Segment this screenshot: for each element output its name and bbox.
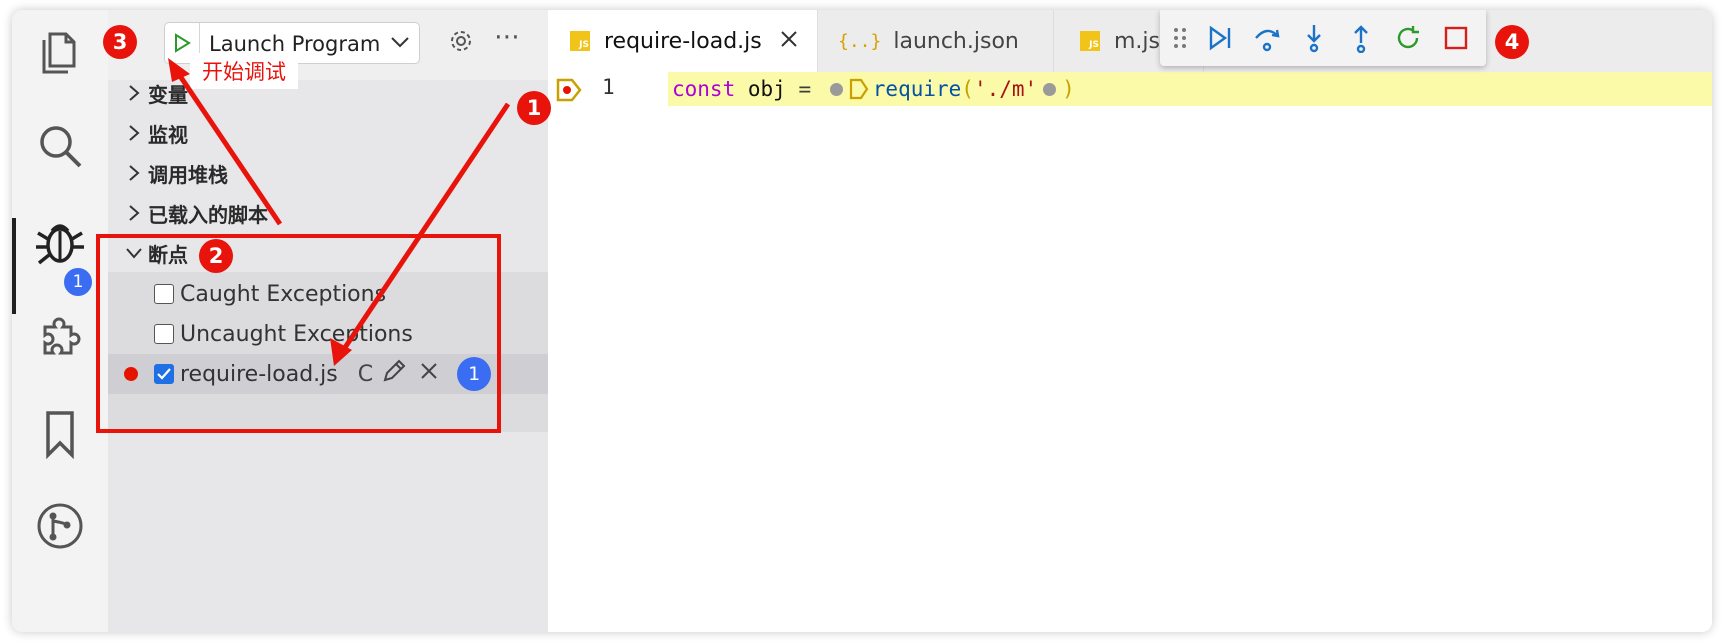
json-file-icon: {..} [838, 30, 882, 52]
source-control-icon[interactable] [24, 490, 96, 562]
start-debug-annotation: 开始调试 [190, 53, 298, 89]
section-call-stack[interactable]: 调用堆栈 [120, 153, 228, 193]
breakpoint-current-icon[interactable] [556, 77, 582, 107]
chevron-down-icon[interactable] [389, 31, 411, 57]
play-icon [175, 33, 191, 53]
close-icon[interactable] [780, 29, 798, 54]
annotation-3: 3 [103, 25, 137, 59]
bookmark-icon[interactable] [24, 398, 96, 470]
string: './m' [973, 77, 1038, 101]
tab-label: m.js [1114, 28, 1160, 54]
debug-badge: 1 [62, 266, 94, 298]
files-icon[interactable] [24, 14, 96, 86]
more-actions-icon[interactable]: ⋯ [494, 22, 521, 52]
breakpoints-highlight-box [96, 234, 501, 433]
paren: ( [961, 77, 974, 101]
section-loaded-scripts[interactable]: 已载入的脚本 [120, 193, 268, 233]
editor-tabs: JS require-load.js {..} launch.json JS m… [548, 10, 1712, 72]
section-label: 调用堆栈 [148, 162, 228, 187]
section-variables[interactable]: 变量 [120, 73, 188, 113]
tab-label: require-load.js [604, 28, 762, 54]
js-file-icon: JS [570, 31, 590, 51]
annotation-4: 4 [1495, 25, 1529, 59]
js-file-icon: JS [1080, 31, 1100, 51]
drag-handle-icon[interactable] [1170, 20, 1190, 56]
stop-icon[interactable] [1438, 20, 1474, 56]
section-label: 变量 [148, 82, 188, 107]
debug-action-toolbar [1160, 10, 1486, 66]
annotation-2: 2 [199, 239, 233, 273]
section-label: 监视 [148, 122, 188, 147]
keyword: const [672, 77, 736, 101]
tab-launch-json[interactable]: {..} launch.json [818, 10, 1054, 72]
chevron-right-icon [120, 164, 148, 182]
debug-toolbar: Launch Program ⋯ [108, 10, 548, 80]
restart-icon[interactable] [1390, 20, 1426, 56]
continue-icon[interactable] [1202, 20, 1238, 56]
chevron-right-icon [120, 84, 148, 102]
active-indicator [12, 218, 16, 314]
tab-label: launch.json [893, 28, 1019, 54]
annotation-1: 1 [517, 91, 551, 125]
code-line: const obj = require('./m') [672, 75, 1075, 103]
inline-breakpoint-active-icon[interactable] [849, 78, 869, 100]
tab-require-load[interactable]: JS require-load.js [548, 10, 818, 72]
step-over-icon[interactable] [1249, 20, 1285, 56]
chevron-right-icon [120, 124, 148, 142]
inline-breakpoint-dot[interactable] [1043, 82, 1057, 96]
activity-bar: 1 [12, 10, 108, 632]
step-into-icon[interactable] [1296, 20, 1332, 56]
operator: = [798, 77, 812, 101]
inline-breakpoint-dot[interactable] [829, 82, 843, 96]
line-number: 1 [602, 75, 615, 99]
search-icon[interactable] [24, 110, 96, 182]
section-watch[interactable]: 监视 [120, 113, 188, 153]
function-name: require [872, 77, 962, 101]
identifier: obj [747, 77, 786, 101]
section-label: 已载入的脚本 [148, 202, 268, 227]
code-editor[interactable]: 1 const obj = require('./m') [548, 72, 1712, 632]
gear-icon[interactable] [448, 28, 474, 58]
extensions-icon[interactable] [24, 302, 96, 374]
step-out-icon[interactable] [1343, 20, 1379, 56]
chevron-right-icon [120, 204, 148, 222]
paren: ) [1062, 77, 1075, 101]
